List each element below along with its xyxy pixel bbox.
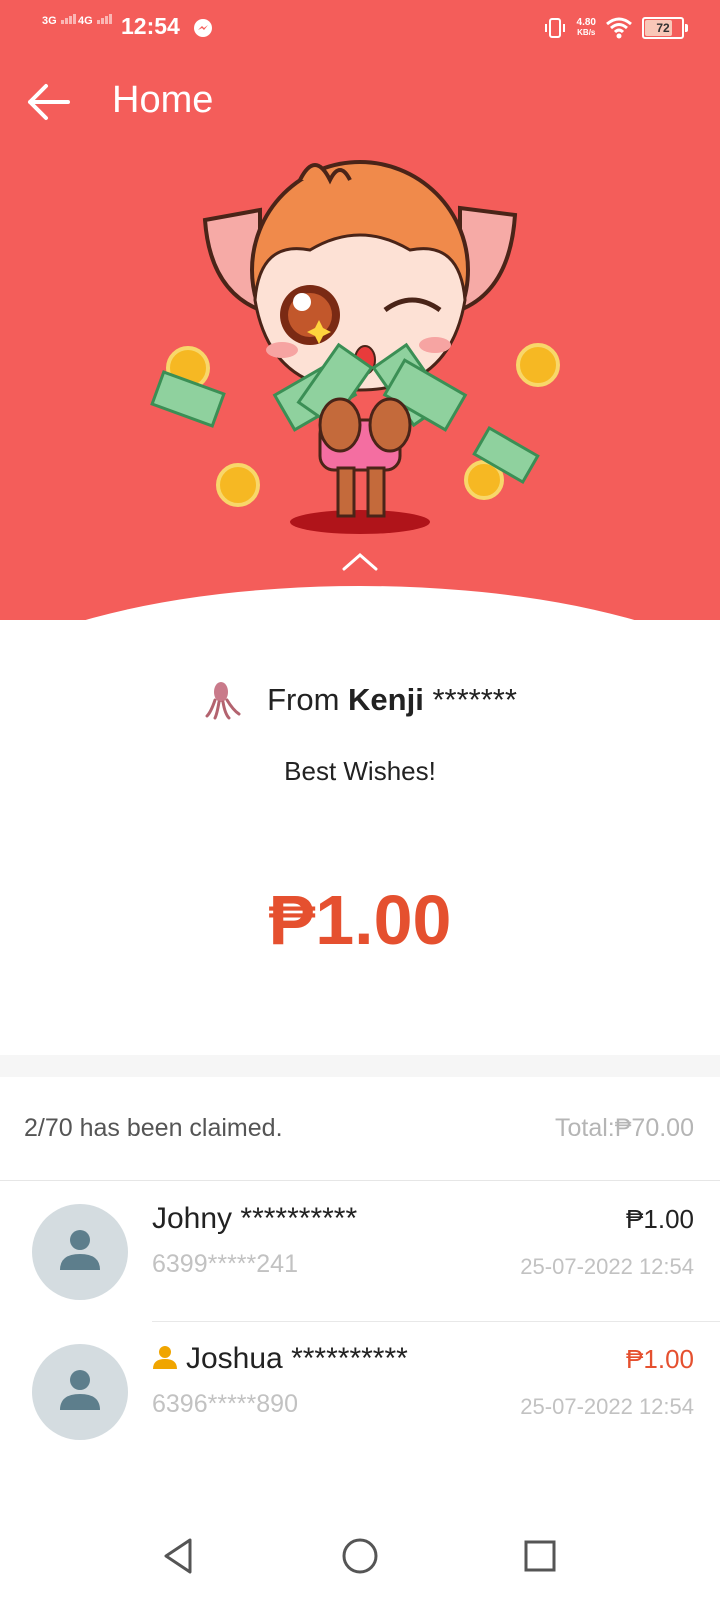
app-bar: Home bbox=[0, 70, 720, 134]
sender-line: From Kenji ******* bbox=[0, 680, 720, 725]
sender-mask: ******* bbox=[432, 682, 517, 717]
section-divider bbox=[0, 1055, 720, 1077]
messenger-icon bbox=[194, 19, 212, 37]
back-arrow-icon[interactable] bbox=[22, 80, 74, 124]
avatar bbox=[32, 1344, 128, 1440]
system-nav-bar bbox=[0, 1510, 720, 1600]
total-amount: Total:₱70.00 bbox=[555, 1114, 694, 1142]
sim2-label: 4G bbox=[78, 15, 93, 27]
avatar bbox=[32, 1204, 128, 1300]
net-speed-value: 4.80 bbox=[576, 17, 596, 28]
claimer-phone: 6399*****241 bbox=[152, 1250, 298, 1278]
claimer-phone: 6396*****890 bbox=[152, 1390, 298, 1418]
page-title: Home bbox=[112, 79, 214, 121]
home-circle-icon[interactable] bbox=[338, 1534, 382, 1578]
net-speed: 4.80 KB/s bbox=[577, 18, 596, 38]
coin-icon bbox=[216, 463, 260, 507]
battery-indicator: 72 bbox=[642, 17, 688, 39]
claimer-name: Joshua ********** bbox=[186, 1342, 408, 1375]
status-time: 12:54 bbox=[121, 13, 180, 39]
from-prefix: From bbox=[267, 682, 340, 717]
sender-name: Kenji bbox=[348, 682, 424, 717]
chevron-up-icon[interactable] bbox=[341, 550, 379, 572]
sim1-signal: 3G bbox=[42, 14, 76, 27]
claim-date: 25-07-2022 12:54 bbox=[520, 1254, 694, 1279]
back-triangle-icon[interactable] bbox=[156, 1534, 200, 1578]
person-icon bbox=[60, 1370, 100, 1410]
claim-row[interactable]: Johny ********** 6399*****241 ₱1.00 25-0… bbox=[0, 1182, 720, 1322]
header-curve bbox=[0, 586, 720, 620]
sim1-label: 3G bbox=[42, 15, 57, 27]
red-packet-header: 3G 4G 12:54 4.80 KB/s 72 Home bbox=[0, 0, 720, 620]
person-icon bbox=[60, 1230, 100, 1270]
sim2-signal: 4G bbox=[78, 14, 112, 27]
net-speed-unit: KB/s bbox=[577, 28, 596, 37]
claim-summary: 2/70 has been claimed. Total:₱70.00 bbox=[0, 1100, 720, 1180]
vibrate-icon bbox=[544, 18, 565, 38]
claimer-name-row: Joshua ********** bbox=[152, 1342, 408, 1376]
wifi-icon bbox=[606, 17, 632, 39]
claimer-name: Johny ********** bbox=[152, 1202, 358, 1235]
battery-level: 72 bbox=[656, 21, 670, 35]
best-luck-person-icon bbox=[153, 1346, 177, 1369]
status-bar: 3G 4G 12:54 4.80 KB/s 72 bbox=[0, 0, 720, 56]
coin-icon bbox=[516, 343, 560, 387]
claim-date: 25-07-2022 12:54 bbox=[520, 1394, 694, 1419]
summary-divider bbox=[0, 1180, 720, 1181]
claim-amount: ₱1.00 bbox=[626, 1344, 694, 1374]
greeting-message: Best Wishes! bbox=[284, 756, 436, 786]
banknote-icon bbox=[150, 370, 226, 428]
claim-row[interactable]: Joshua ********** 6396*****890 ₱1.00 25-… bbox=[0, 1322, 720, 1462]
sender-avatar-squid-icon bbox=[205, 682, 241, 720]
claim-amount: ₱1.00 bbox=[626, 1204, 694, 1234]
claimed-count: 2/70 has been claimed. bbox=[24, 1114, 283, 1142]
received-amount: ₱1.00 bbox=[268, 881, 452, 959]
recents-square-icon[interactable] bbox=[518, 1534, 562, 1578]
monkey-money-mascot-illustration bbox=[150, 160, 560, 534]
